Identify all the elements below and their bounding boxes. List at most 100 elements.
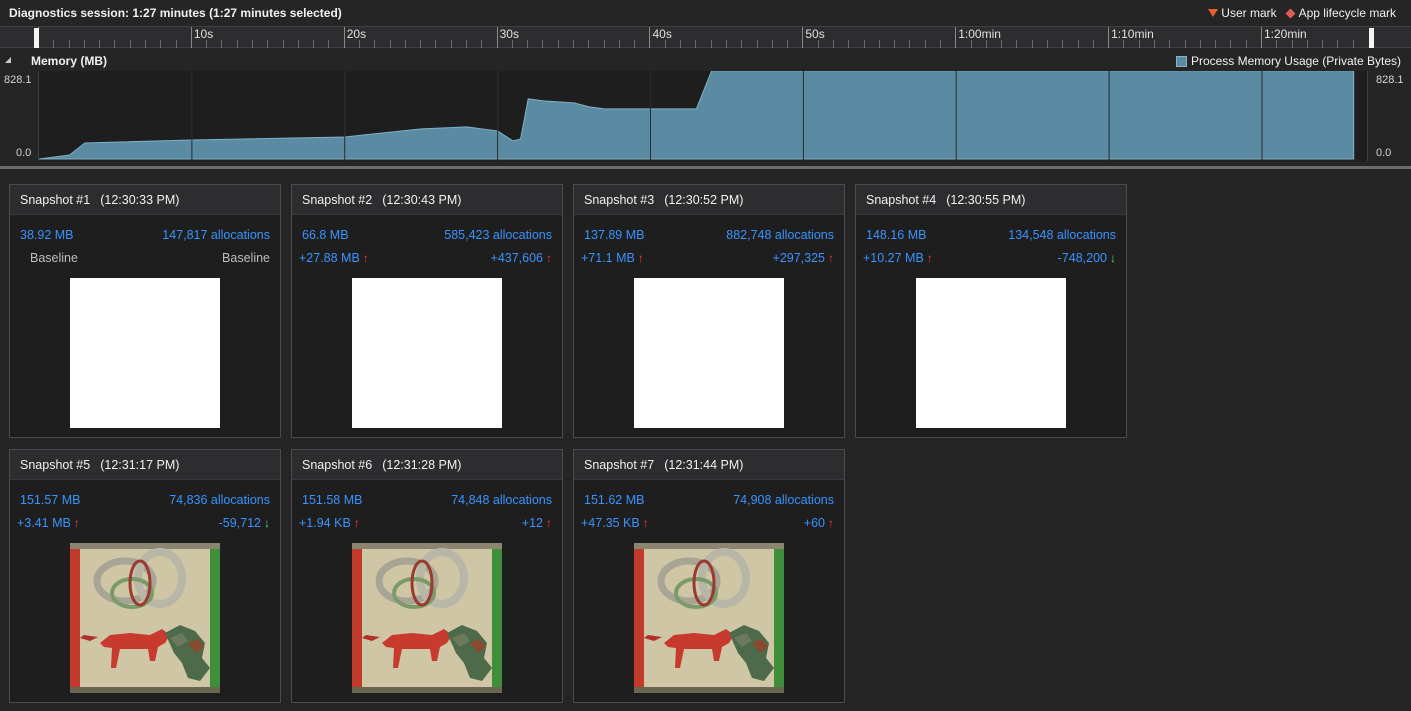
snapshot-title: Snapshot #4 [866,193,937,207]
arrow-up-icon: ↑ [73,516,80,530]
snapshot-title: Snapshot #5 [20,458,91,472]
memory-chart: 828.1 0.0 828.1 0.0 [0,71,1411,161]
lifecycle-mark-label: App lifecycle mark [1298,6,1396,20]
snapshot-thumbnail [916,278,1066,428]
allocations-link[interactable]: 585,423 allocations [444,228,552,242]
allocations-link[interactable]: 74,908 allocations [733,493,834,507]
snapshot-time: (12:31:17 PM) [100,458,180,472]
arrow-up-icon: ↑ [926,251,933,265]
snapshot-card[interactable]: Snapshot #6 (12:31:28 PM) 151.58 MB 74,848 … [291,449,563,703]
snapshot-card[interactable]: Snapshot #3 (12:30:52 PM) 137.89 MB 882,748… [573,184,845,438]
arrow-up-icon: ↑ [546,516,552,530]
diamond-icon [1285,8,1296,18]
memory-legend-label: Process Memory Usage (Private Bytes) [1190,54,1401,68]
snapshot-card[interactable]: Snapshot #7 (12:31:44 PM) 151.62 MB 74,908 … [573,449,845,703]
heap-size-link[interactable]: 151.58 MB [302,493,362,507]
snapshot-diff-row: +47.35 KB ↑ +60 ↑ [581,516,834,530]
allocations-diff[interactable]: +437,606 ↑ [491,251,552,265]
snapshot-thumbnail [70,543,220,693]
heap-size-diff[interactable]: +27.88 MB ↑ [299,251,369,265]
snapshot-time: (12:30:43 PM) [382,193,462,207]
snapshot-title: Snapshot #7 [584,458,655,472]
snapshot-time: (12:30:52 PM) [664,193,744,207]
arrow-up-icon: ↑ [642,516,649,530]
snapshot-thumbnail [352,278,502,428]
scene-thumbnail-image [70,543,220,693]
snapshot-diff-row: Baseline Baseline [20,251,270,265]
heap-size-link[interactable]: 66.8 MB [302,228,349,242]
allocations-diff[interactable]: -59,712 ↓ [219,516,270,530]
snapshot-header: Snapshot #5 (12:31:17 PM) [10,450,280,480]
allocations-link[interactable]: 74,848 allocations [451,493,552,507]
heap-size-link[interactable]: 148.16 MB [866,228,926,242]
selection-end-handle[interactable] [1369,28,1374,48]
snapshot-title: Snapshot #6 [302,458,373,472]
memory-title: Memory (MB) [31,54,108,68]
ruler-label: 10s [194,27,213,41]
heap-size-diff: Baseline [30,251,78,265]
time-ruler[interactable]: 10s 20s 30s 40s 50s 1:00min 1:10min 1:20min [0,26,1411,48]
snapshot-card[interactable]: Snapshot #4 (12:30:55 PM) 148.16 MB 134,548… [855,184,1127,438]
selection-start-handle[interactable] [34,28,39,48]
allocations-diff[interactable]: +60 ↑ [804,516,834,530]
allocations-diff[interactable]: -748,200 ↓ [1058,251,1116,265]
allocations-link[interactable]: 74,836 allocations [169,493,270,507]
snapshot-thumbnail [634,278,784,428]
arrow-up-icon: ↑ [637,251,644,265]
heap-size-diff[interactable]: +47.35 KB ↑ [581,516,649,530]
snapshot-title: Snapshot #3 [584,193,655,207]
scene-thumbnail-image [352,543,502,693]
snapshot-time: (12:31:28 PM) [382,458,462,472]
arrow-up-icon: ↑ [828,516,834,530]
collapse-icon[interactable] [5,57,11,63]
snapshot-title: Snapshot #1 [20,193,91,207]
session-bar: Diagnostics session: 1:27 minutes (1:27 … [0,0,1411,26]
snapshot-header: Snapshot #7 (12:31:44 PM) [574,450,844,480]
memory-header: Memory (MB) Process Memory Usage (Privat… [0,52,1411,70]
user-mark-label: User mark [1221,6,1277,20]
plot-area[interactable] [38,71,1368,161]
heap-size-link[interactable]: 137.89 MB [584,228,644,242]
memory-legend: Process Memory Usage (Private Bytes) [1175,54,1401,68]
user-mark-legend: User mark [1208,6,1277,20]
allocations-diff[interactable]: +297,325 ↑ [773,251,834,265]
legend-swatch [1175,55,1187,67]
allocations-diff: Baseline [222,251,270,265]
ruler-label: 30s [500,27,519,41]
snapshot-values-row: 137.89 MB 882,748 allocations [584,228,834,242]
memory-series-area [39,71,1355,160]
allocations-diff[interactable]: +12 ↑ [522,516,552,530]
marks-legend: User mark App lifecycle mark [1208,6,1396,20]
snapshot-card[interactable]: Snapshot #1 (12:30:33 PM) 38.92 MB 147,817 … [9,184,281,438]
ruler-label: 20s [347,27,366,41]
ruler-label: 1:10min [1111,27,1154,41]
heap-size-link[interactable]: 151.57 MB [20,493,80,507]
snapshot-time: (12:30:55 PM) [946,193,1026,207]
arrow-down-icon: ↓ [1110,251,1116,265]
heap-size-diff[interactable]: +71.1 MB ↑ [581,251,644,265]
snapshot-values-row: 66.8 MB 585,423 allocations [302,228,552,242]
snapshot-values-row: 151.58 MB 74,848 allocations [302,493,552,507]
splitter[interactable] [0,166,1411,169]
snapshot-header: Snapshot #6 (12:31:28 PM) [292,450,562,480]
scene-thumbnail-image [634,543,784,693]
arrow-down-icon: ↓ [264,516,270,530]
heap-size-diff[interactable]: +3.41 MB ↑ [17,516,80,530]
arrow-up-icon: ↑ [828,251,834,265]
ruler-label: 40s [652,27,671,41]
heap-size-diff[interactable]: +10.27 MB ↑ [863,251,933,265]
snapshot-card[interactable]: Snapshot #5 (12:31:17 PM) 151.57 MB 74,836 … [9,449,281,703]
snapshot-diff-row: +27.88 MB ↑ +437,606 ↑ [299,251,552,265]
allocations-link[interactable]: 134,548 allocations [1008,228,1116,242]
allocations-link[interactable]: 147,817 allocations [162,228,270,242]
heap-size-link[interactable]: 38.92 MB [20,228,74,242]
allocations-link[interactable]: 882,748 allocations [726,228,834,242]
session-title: Diagnostics session: 1:27 minutes (1:27 … [9,6,342,20]
heap-size-diff[interactable]: +1.94 KB ↑ [299,516,360,530]
heap-size-link[interactable]: 151.62 MB [584,493,644,507]
arrow-up-icon: ↑ [546,251,552,265]
snapshot-values-row: 148.16 MB 134,548 allocations [866,228,1116,242]
arrow-up-icon: ↑ [362,251,369,265]
snapshot-diff-row: +10.27 MB ↑ -748,200 ↓ [863,251,1116,265]
snapshot-card[interactable]: Snapshot #2 (12:30:43 PM) 66.8 MB 585,423 a… [291,184,563,438]
